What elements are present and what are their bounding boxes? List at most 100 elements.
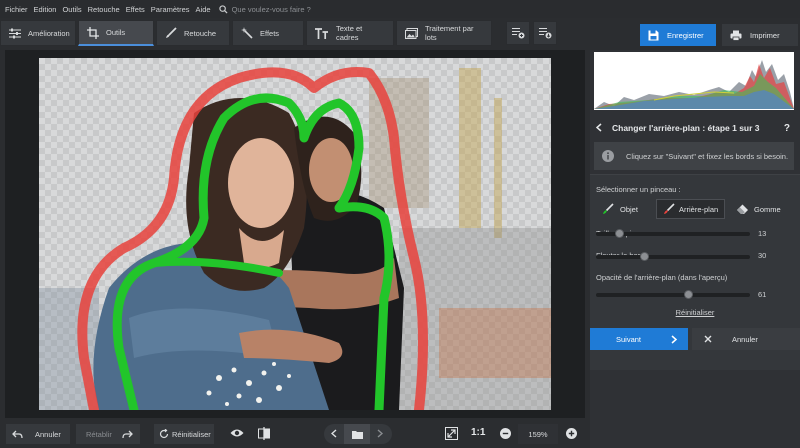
brush-icon	[166, 27, 177, 38]
undo-label: Annuler	[35, 429, 61, 439]
eraser-label: Gomme	[754, 204, 781, 214]
crop-icon	[87, 26, 99, 39]
tab-label: Amélioration	[28, 28, 70, 38]
open-folder-button[interactable]	[344, 424, 370, 444]
bg-opacity-label: Opacité de l'arrière-plan (dans l'aperçu…	[596, 273, 728, 282]
undo-icon	[12, 430, 23, 438]
redo-button[interactable]: Rétablir	[76, 424, 140, 444]
search-box[interactable]: Que voulez-vous faire ?	[218, 4, 311, 14]
brush-size-slider[interactable]	[596, 229, 750, 238]
menu-parametres[interactable]: Paramètres	[151, 5, 190, 14]
bottom-bar: Annuler Rétablir Réinitialiser 1:1 159%	[0, 420, 590, 448]
eraser-icon	[737, 204, 748, 214]
search-icon	[218, 4, 228, 14]
save-button[interactable]: Enregistrer	[640, 24, 716, 46]
fit-screen-icon	[445, 427, 458, 440]
tab-outils[interactable]: Outils	[78, 20, 154, 46]
menu-aide[interactable]: Aide	[196, 5, 211, 14]
cancel-button[interactable]: Annuler	[692, 328, 800, 350]
tab-amelioration[interactable]: Amélioration	[0, 20, 76, 46]
slider-knob[interactable]	[684, 290, 694, 299]
photo-canvas[interactable]	[39, 58, 551, 410]
preview-eye-button[interactable]	[230, 428, 244, 440]
bg-opacity-value: 61	[758, 290, 767, 299]
background-change-panel: Changer l'arrière-plan : étape 1 sur 3 ?…	[590, 50, 800, 448]
tab-effets[interactable]: Effets	[232, 20, 304, 46]
zoom-out-icon	[500, 428, 511, 439]
chevron-right-icon	[377, 428, 384, 438]
bg-opacity-slider[interactable]	[596, 290, 750, 299]
info-banner: Cliquez sur "Suivant" et fixez les bords…	[594, 142, 794, 170]
zoom-field[interactable]: 159%	[518, 424, 558, 444]
print-button[interactable]: Imprimer	[722, 24, 798, 46]
menu-bar: Fichier Edition Outils Retouche Effets P…	[0, 0, 800, 18]
menu-retouche[interactable]: Retouche	[88, 5, 120, 14]
menu-edition[interactable]: Edition	[34, 5, 57, 14]
reset-button[interactable]: Réinitialiser	[154, 424, 214, 444]
add-list-button[interactable]	[506, 21, 530, 45]
tab-label: Texte et cadres	[336, 24, 363, 42]
main-toolbar: Amélioration Outils Retouche Effets Text…	[0, 20, 590, 48]
slider-knob[interactable]	[614, 229, 624, 238]
compare-button[interactable]	[258, 427, 270, 442]
previous-file-button[interactable]	[324, 428, 344, 440]
list-add-icon	[511, 28, 524, 39]
menu-effets[interactable]: Effets	[126, 5, 145, 14]
step-header: Changer l'arrière-plan : étape 1 sur 3 ?	[590, 118, 800, 138]
tab-retouche[interactable]: Retouche	[156, 20, 230, 46]
save-icon	[648, 30, 659, 40]
help-button[interactable]: ?	[784, 123, 790, 134]
step-title: Changer l'arrière-plan : étape 1 sur 3	[612, 123, 760, 133]
brush-object-label: Objet	[620, 204, 638, 214]
text-icon	[315, 27, 328, 39]
info-text: Cliquez sur "Suivant" et fixez les bords…	[626, 151, 789, 161]
tab-label: Retouche	[184, 28, 217, 38]
photo-image	[39, 58, 551, 410]
eye-icon	[230, 429, 244, 437]
next-file-button[interactable]	[370, 428, 390, 440]
menu-fichier[interactable]: Fichier	[5, 5, 28, 14]
reset-icon	[159, 429, 169, 439]
fit-screen-button[interactable]	[445, 427, 458, 442]
folder-icon	[351, 430, 363, 439]
save-label: Enregistrer	[667, 30, 704, 40]
brush-object-button[interactable]: Objet	[596, 199, 644, 219]
menu-outils[interactable]: Outils	[62, 5, 81, 14]
images-icon	[405, 27, 418, 39]
tab-traitement-lots[interactable]: Traitement par lots	[396, 20, 492, 46]
tab-texte-cadres[interactable]: Texte et cadres	[306, 20, 394, 46]
download-list-button[interactable]	[533, 21, 557, 45]
undo-button[interactable]: Annuler	[6, 424, 70, 444]
redo-label: Rétablir	[86, 429, 112, 439]
chevron-left-icon	[330, 428, 337, 438]
chevron-right-icon	[671, 334, 678, 344]
next-button[interactable]: Suivant	[590, 328, 688, 350]
slider-knob[interactable]	[639, 252, 649, 261]
brush-background-button[interactable]: Arrière-plan	[656, 199, 726, 219]
edge-blur-slider[interactable]	[596, 252, 750, 261]
printer-icon	[730, 30, 742, 41]
zoom-in-button[interactable]	[566, 428, 577, 441]
top-actions: Enregistrer Imprimer	[640, 24, 798, 48]
chevron-left-icon	[595, 122, 602, 132]
zoom-in-icon	[566, 428, 577, 439]
print-label: Imprimer	[750, 30, 780, 40]
eraser-button[interactable]: Gomme	[730, 199, 787, 219]
reset-brush-link[interactable]: Réinitialiser	[590, 308, 800, 317]
brush-size-value: 13	[758, 229, 767, 238]
sliders-icon	[9, 28, 21, 38]
compare-icon	[258, 427, 270, 440]
file-navigator	[324, 424, 392, 444]
edge-blur-value: 30	[758, 251, 767, 260]
back-button[interactable]	[595, 122, 602, 134]
list-download-icon	[538, 28, 551, 39]
info-icon	[602, 150, 614, 162]
brush-background-icon	[664, 203, 675, 214]
zoom-out-button[interactable]	[500, 428, 511, 441]
cancel-label: Annuler	[732, 334, 758, 344]
redo-icon	[122, 430, 133, 438]
actual-size-button[interactable]: 1:1	[471, 427, 485, 438]
histogram	[594, 52, 794, 110]
tab-label: Traitement par lots	[425, 24, 474, 42]
brush-background-label: Arrière-plan	[679, 204, 719, 214]
